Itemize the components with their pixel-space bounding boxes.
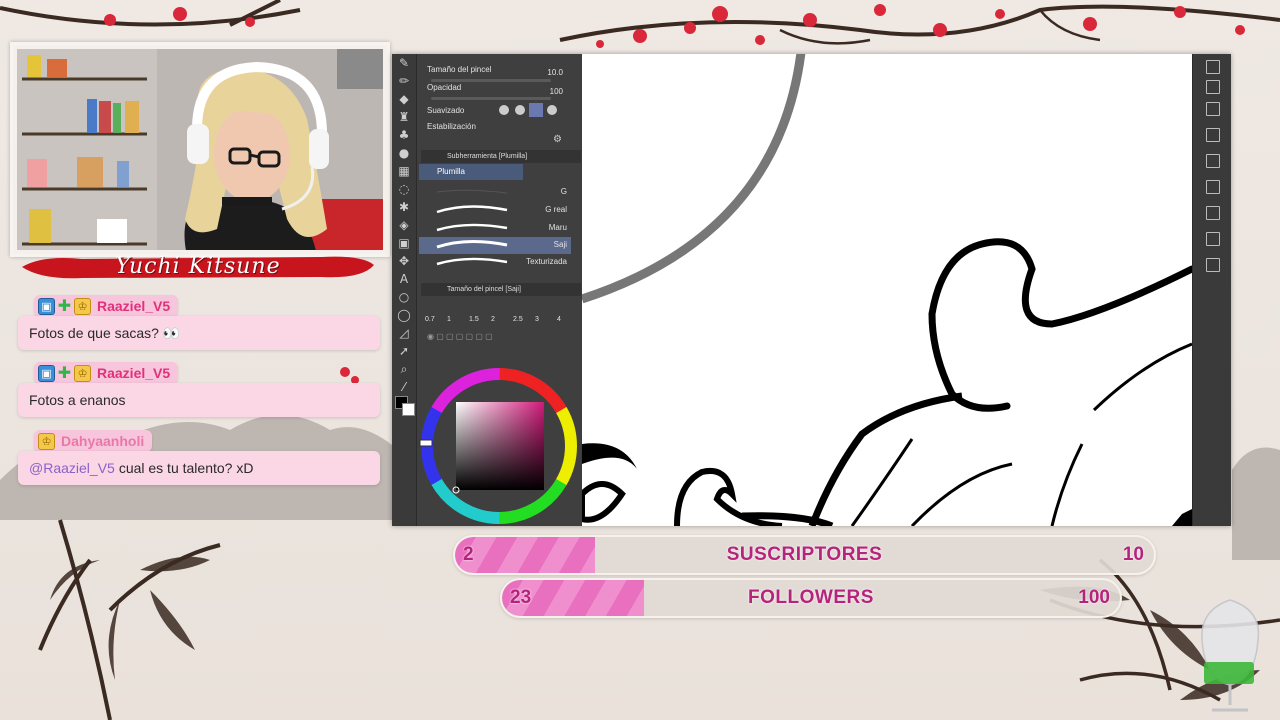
crown-icon: ♔ (74, 364, 91, 382)
ellipse-icon[interactable]: ○ (396, 290, 412, 304)
chat-text: Fotos a enanos (29, 392, 126, 408)
brush-size-option[interactable]: 0.7 (425, 316, 435, 323)
color-wheel[interactable] (417, 356, 581, 526)
green-plus-icon: ✚ (57, 363, 72, 382)
gradient-icon[interactable]: ▣ (396, 236, 412, 250)
grid-icon[interactable]: ▦ (396, 164, 412, 178)
webcam-frame (10, 42, 390, 257)
pencil-icon[interactable]: ✏ (396, 74, 412, 88)
move-icon[interactable]: ✥ (396, 254, 412, 268)
tool-property-panel: Tamaño del pincel 10.0 Opacidad 100 Suav… (417, 54, 581, 526)
brush-item[interactable]: G (419, 184, 571, 201)
chat-username[interactable]: Raaziel_V5 (97, 298, 170, 314)
followers-target: 100 (1078, 587, 1110, 608)
brush-size-option[interactable]: 3 (535, 316, 539, 323)
close-icon[interactable] (1206, 102, 1220, 116)
zoom-icon[interactable]: ⌕ (396, 362, 412, 376)
subtool-header: Subherramienta [Plumilla] (421, 150, 581, 163)
panel-icon[interactable] (1206, 154, 1220, 168)
eraser-icon[interactable]: ◆ (396, 92, 412, 106)
brush-item[interactable]: G real (419, 202, 571, 219)
green-plus-icon: ✚ (57, 296, 72, 315)
chat-text: Fotos de que sacas? 👀 (29, 324, 181, 341)
brush-size-option[interactable]: 1.5 (469, 316, 479, 323)
brush-label: Saji (553, 240, 567, 249)
select-arrow-icon[interactable]: ➚ (396, 344, 412, 358)
subscribers-target: 10 (1122, 544, 1144, 565)
subscribers-current: 2 (463, 544, 474, 565)
chat-mention[interactable]: @Raaziel_V5 (29, 460, 115, 476)
brush-size-palette-header: Tamaño del pincel [Saji] (421, 283, 581, 296)
chat-user-header: ▣ ✚ ♔ Raaziel_V5 (34, 295, 179, 317)
panel-icon[interactable] (1206, 258, 1220, 272)
panel-icon[interactable] (1206, 206, 1220, 220)
lasso-icon[interactable]: ◌ (396, 182, 412, 196)
background-color-swatch[interactable] (402, 403, 415, 416)
brush-size-option[interactable]: 2 (491, 316, 495, 323)
smoothing-options[interactable] (499, 103, 559, 117)
brush-item[interactable]: Maru (419, 220, 571, 237)
drawing-app-window: ✎ ✏ ◆ ♜ ♣ ● ▦ ◌ ✱ ◈ ▣ ✥ A ○ ◯ ◿ ➚ ⌕ ⁄ Ta… (392, 54, 1231, 526)
chat-bubble: Fotos a enanos (18, 383, 380, 417)
tool-bar: ✎ ✏ ◆ ♜ ♣ ● ▦ ◌ ✱ ◈ ▣ ✥ A ○ ◯ ◿ ➚ ⌕ ⁄ (392, 54, 417, 526)
chat-username[interactable]: Dahyaanholi (61, 433, 144, 449)
brush-item-selected[interactable]: Saji (419, 237, 571, 254)
panel-icon[interactable] (1206, 80, 1220, 94)
followers-current: 23 (510, 587, 532, 608)
brush-item[interactable]: Texturizada (419, 254, 571, 271)
brush-label: G real (545, 205, 567, 214)
brush-size-option[interactable]: 4 (557, 316, 561, 323)
blue-square-icon: ▣ (38, 364, 55, 382)
brush-size-option[interactable]: 2.5 (513, 316, 523, 323)
right-panel-bar (1192, 54, 1231, 526)
streamer-name: Yuchi Kitsune (115, 254, 281, 279)
brush-label: Maru (548, 223, 567, 232)
brush-size-option[interactable]: 1 (447, 316, 451, 323)
followers-goal-label: FOLLOWERS (748, 587, 874, 608)
chat-username[interactable]: Raaziel_V5 (97, 365, 170, 381)
brush-size-slider[interactable] (431, 79, 551, 82)
balloon-icon[interactable]: ◯ (396, 308, 412, 322)
subtool-tab-plumilla[interactable]: Plumilla (419, 164, 523, 180)
magic-wand-icon[interactable]: ✱ (396, 200, 412, 214)
chat-user-header: ▣ ✚ ♔ Raaziel_V5 (34, 362, 179, 384)
panel-icon[interactable] (1206, 128, 1220, 142)
panel-icon[interactable] (1206, 60, 1220, 74)
palette-tool-icons: ◉ ▢ ▢ ▢ ▢ ▢ ▢ (427, 332, 493, 341)
opacity-value[interactable]: 100 (550, 87, 563, 96)
subscribers-goal-bar: SUSCRIPTORES 2 10 (453, 535, 1156, 575)
brush-size-label: Tamaño del pincel (427, 65, 492, 74)
streamer-nameplate: Yuchi Kitsune (22, 253, 374, 281)
chat-text: cual es tu talento? xD (118, 460, 254, 476)
crown-icon: ♔ (74, 297, 91, 315)
opacity-label: Opacidad (427, 83, 462, 92)
brush-label: G (560, 187, 567, 196)
blend-icon[interactable]: ♣ (396, 128, 412, 142)
text-icon[interactable]: A (396, 272, 412, 286)
chat-bubble: @Raaziel_V5 cual es tu talento? xD (18, 451, 380, 485)
brush-size-value[interactable]: 10.0 (547, 68, 563, 77)
fill-bucket-icon[interactable]: ◈ (396, 218, 412, 232)
brush-label: Texturizada (526, 257, 567, 266)
brush-icon[interactable]: ♜ (396, 110, 412, 124)
eyedropper-icon[interactable]: ⁄ (396, 380, 412, 394)
crown-icon: ♔ (38, 432, 55, 450)
subscribers-goal-label: SUSCRIPTORES (726, 544, 883, 565)
chat-bubble: Fotos de que sacas? 👀 (18, 316, 380, 350)
pen-icon[interactable]: ✎ (396, 56, 412, 70)
camera-icon[interactable] (1206, 232, 1220, 246)
blue-square-icon: ▣ (38, 297, 55, 315)
ruler-icon[interactable]: ◿ (396, 326, 412, 340)
chat-user-header: ♔ Dahyaanholi (34, 430, 153, 452)
settings-icon[interactable]: ⚙ (553, 134, 562, 145)
stabilization-label: Estabilización (427, 122, 476, 131)
opacity-slider[interactable] (431, 97, 551, 100)
fill-drop-icon[interactable]: ● (396, 146, 412, 160)
followers-goal-bar: FOLLOWERS 23 100 (500, 578, 1122, 618)
panel-icon[interactable] (1206, 180, 1220, 194)
drawing-canvas[interactable] (582, 54, 1192, 526)
smoothing-label: Suavizado (427, 106, 465, 115)
webcam-feed (17, 49, 383, 250)
